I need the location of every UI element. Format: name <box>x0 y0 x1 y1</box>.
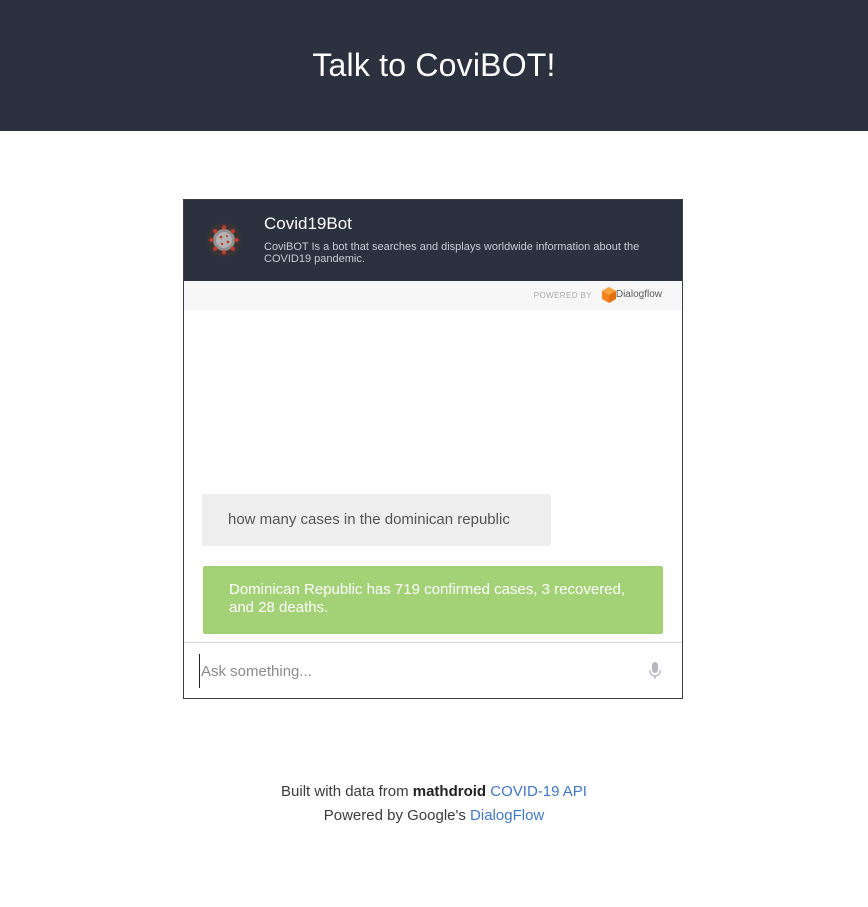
page-header: Talk to CoviBOT! <box>0 0 868 131</box>
footer-powered-prefix: Powered by Google's <box>323 807 466 824</box>
footer-line-powered: Powered by Google's DialogFlow <box>0 804 868 828</box>
bot-name: Covid19Bot <box>264 214 352 233</box>
coronavirus-icon <box>207 223 241 257</box>
bot-description: CoviBOT Is a bot that searches and displ… <box>264 241 640 265</box>
ask-input[interactable] <box>199 654 633 688</box>
user-message: how many cases in the dominican republic <box>202 494 551 546</box>
powered-by-label: POWERED BY <box>533 291 592 300</box>
chat-widget: Covid19Bot CoviBOT Is a bot that searche… <box>183 199 683 699</box>
page-title: Talk to CoviBOT! <box>312 47 556 83</box>
microphone-icon[interactable] <box>649 662 661 680</box>
bot-message: Dominican Republic has 719 confirmed cas… <box>203 566 663 634</box>
bot-header: Covid19Bot CoviBOT Is a bot that searche… <box>184 200 682 281</box>
footer: Built with data from mathdroid COVID-19 … <box>0 780 868 828</box>
dialogflow-logo-icon <box>602 287 616 303</box>
covid-api-link[interactable]: COVID-19 API <box>490 783 587 800</box>
input-bar <box>184 642 682 698</box>
powered-by-bar: POWERED BY Dialogflow <box>184 281 682 310</box>
footer-line-data: Built with data from mathdroid COVID-19 … <box>0 780 868 804</box>
dialogflow-link[interactable]: DialogFlow <box>470 807 544 824</box>
dialogflow-brand: Dialogflow <box>615 289 662 300</box>
footer-mathdroid: mathdroid <box>412 783 487 800</box>
footer-data-prefix: Built with data from <box>281 783 409 800</box>
